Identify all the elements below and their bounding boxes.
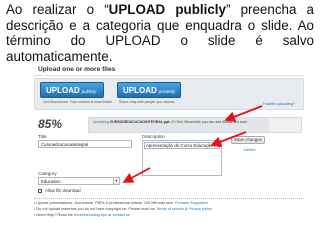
red-arrow-to-upload-file: [224, 105, 263, 122]
caption-text-start: Ao realizar o “: [6, 2, 109, 17]
red-arrow-to-description: [210, 131, 247, 147]
annotation-arrows: [122, 105, 263, 183]
slide-caption: Ao realizar o “UPLOAD publicly” preencha…: [6, 2, 314, 64]
uploader-screenshot: Upload one or more files UPLOAD publicly …: [0, 62, 320, 240]
caption-bold-upload: UPLOAD publicly: [108, 2, 226, 17]
red-arrow-to-category: [122, 167, 151, 183]
